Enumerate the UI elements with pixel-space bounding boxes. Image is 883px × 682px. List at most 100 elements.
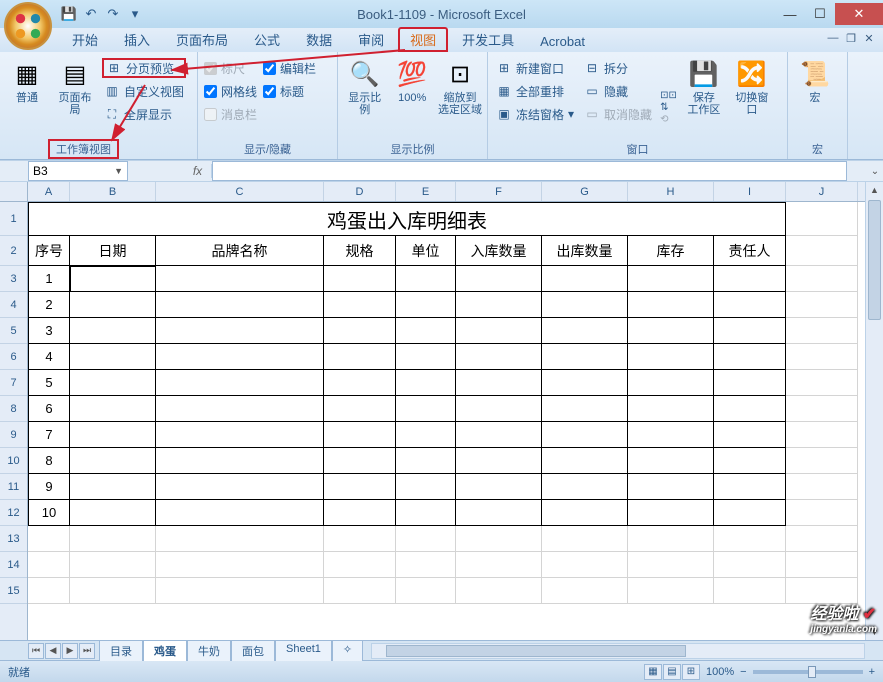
save-icon[interactable]: 💾	[60, 5, 78, 23]
cell[interactable]	[456, 370, 542, 396]
grid[interactable]: A B C D E F G H I J 鸡蛋出入库明细表序号日期品牌名称规格单位…	[28, 182, 865, 640]
cell[interactable]	[786, 236, 858, 266]
row-header[interactable]: 10	[0, 448, 27, 474]
cell[interactable]: 4	[28, 344, 70, 370]
cell[interactable]	[396, 266, 456, 292]
cell[interactable]	[456, 422, 542, 448]
cell[interactable]	[324, 552, 396, 578]
freeze-panes-button[interactable]: ▣冻结窗格 ▾	[494, 104, 576, 124]
cell[interactable]	[456, 318, 542, 344]
close-button[interactable]: ✕	[835, 3, 883, 25]
cell[interactable]	[70, 344, 156, 370]
cell[interactable]	[628, 474, 714, 500]
cell[interactable]	[456, 500, 542, 526]
cell[interactable]	[70, 552, 156, 578]
maximize-button[interactable]: ☐	[805, 3, 835, 25]
cell[interactable]	[714, 578, 786, 604]
cell[interactable]	[324, 448, 396, 474]
cell[interactable]	[542, 396, 628, 422]
cell[interactable]: 10	[28, 500, 70, 526]
cell[interactable]	[628, 500, 714, 526]
cell[interactable]	[324, 266, 396, 292]
cell[interactable]	[324, 500, 396, 526]
cell[interactable]	[542, 578, 628, 604]
zoom-knob[interactable]	[808, 666, 816, 678]
cell[interactable]	[542, 266, 628, 292]
sync-scroll-icon[interactable]: ⇅	[660, 102, 677, 113]
tab-acrobat[interactable]: Acrobat	[528, 31, 597, 52]
cell[interactable]	[70, 266, 156, 292]
cell[interactable]	[324, 318, 396, 344]
column-header[interactable]: I	[714, 182, 786, 201]
cell[interactable]	[70, 318, 156, 344]
cell[interactable]	[156, 370, 324, 396]
column-header[interactable]: F	[456, 182, 542, 201]
cell[interactable]	[786, 202, 858, 236]
cell[interactable]	[456, 396, 542, 422]
row-header[interactable]: 12	[0, 500, 27, 526]
cell[interactable]	[156, 292, 324, 318]
cell[interactable]	[396, 474, 456, 500]
doc-restore-icon[interactable]: ❐	[843, 30, 859, 46]
cell[interactable]	[786, 266, 858, 292]
headings-checkbox[interactable]: 标题	[263, 81, 316, 101]
tab-insert[interactable]: 插入	[112, 27, 162, 52]
cell[interactable]	[324, 292, 396, 318]
tab-pagelayout[interactable]: 页面布局	[164, 27, 240, 52]
cell[interactable]	[628, 318, 714, 344]
cell[interactable]	[70, 396, 156, 422]
cell[interactable]	[714, 552, 786, 578]
cell[interactable]	[628, 422, 714, 448]
undo-icon[interactable]: ↶	[82, 5, 100, 23]
cell[interactable]	[156, 578, 324, 604]
cell[interactable]: 7	[28, 422, 70, 448]
cell[interactable]	[714, 500, 786, 526]
cell[interactable]	[628, 370, 714, 396]
cell[interactable]	[542, 526, 628, 552]
zoom-slider[interactable]	[753, 670, 863, 674]
cell[interactable]	[156, 526, 324, 552]
table-header[interactable]: 日期	[70, 236, 156, 266]
table-header[interactable]: 出库数量	[542, 236, 628, 266]
hide-button[interactable]: ▭隐藏	[582, 81, 654, 101]
cell[interactable]	[714, 474, 786, 500]
cell[interactable]	[396, 318, 456, 344]
cell[interactable]	[628, 448, 714, 474]
cell[interactable]	[456, 578, 542, 604]
doc-close-icon[interactable]: ✕	[861, 30, 877, 46]
cell[interactable]	[396, 370, 456, 396]
tab-data[interactable]: 数据	[294, 27, 344, 52]
cell[interactable]	[786, 500, 858, 526]
column-header[interactable]: B	[70, 182, 156, 201]
cell[interactable]	[156, 474, 324, 500]
cell[interactable]	[70, 292, 156, 318]
column-header[interactable]: G	[542, 182, 628, 201]
cell[interactable]	[542, 422, 628, 448]
custom-views-button[interactable]: ▥自定义视图	[102, 81, 186, 101]
horizontal-scrollbar[interactable]	[371, 643, 865, 659]
column-header[interactable]: C	[156, 182, 324, 201]
cell[interactable]	[786, 526, 858, 552]
cell[interactable]	[28, 552, 70, 578]
cell[interactable]	[396, 448, 456, 474]
tab-review[interactable]: 审阅	[346, 27, 396, 52]
cell[interactable]	[714, 318, 786, 344]
cell[interactable]	[396, 422, 456, 448]
cell[interactable]: 8	[28, 448, 70, 474]
row-header[interactable]: 8	[0, 396, 27, 422]
table-header[interactable]: 单位	[396, 236, 456, 266]
cell[interactable]	[70, 526, 156, 552]
tab-nav-next-icon[interactable]: ▶	[62, 643, 78, 659]
cell[interactable]	[70, 578, 156, 604]
cell[interactable]	[396, 578, 456, 604]
redo-icon[interactable]: ↷	[104, 5, 122, 23]
cell[interactable]	[456, 526, 542, 552]
cell[interactable]	[714, 370, 786, 396]
scroll-up-icon[interactable]: ▲	[866, 182, 883, 198]
cell[interactable]	[156, 396, 324, 422]
view-normal-icon[interactable]: ▦	[644, 664, 662, 680]
cell[interactable]: 9	[28, 474, 70, 500]
table-header[interactable]: 责任人	[714, 236, 786, 266]
cell[interactable]	[786, 344, 858, 370]
cell[interactable]	[70, 422, 156, 448]
